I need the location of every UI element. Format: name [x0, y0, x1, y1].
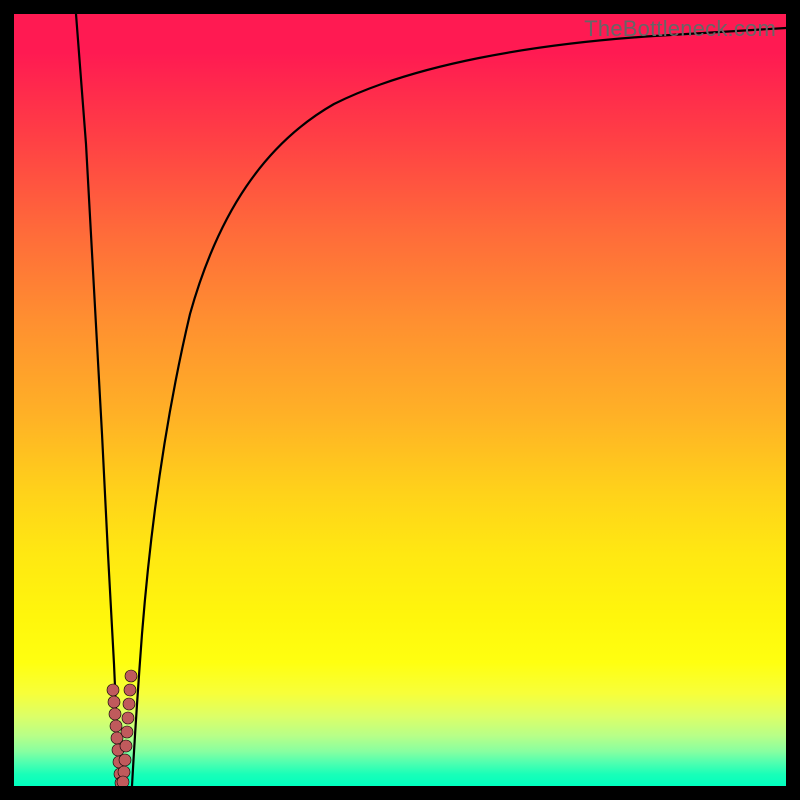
left-branch-path: [76, 14, 120, 786]
chart-frame: TheBottleneck.com: [0, 0, 800, 800]
curve-layer: [14, 14, 786, 786]
watermark-text: TheBottleneck.com: [584, 16, 776, 42]
right-branch-path: [132, 28, 786, 786]
plot-area: TheBottleneck.com: [14, 14, 786, 786]
